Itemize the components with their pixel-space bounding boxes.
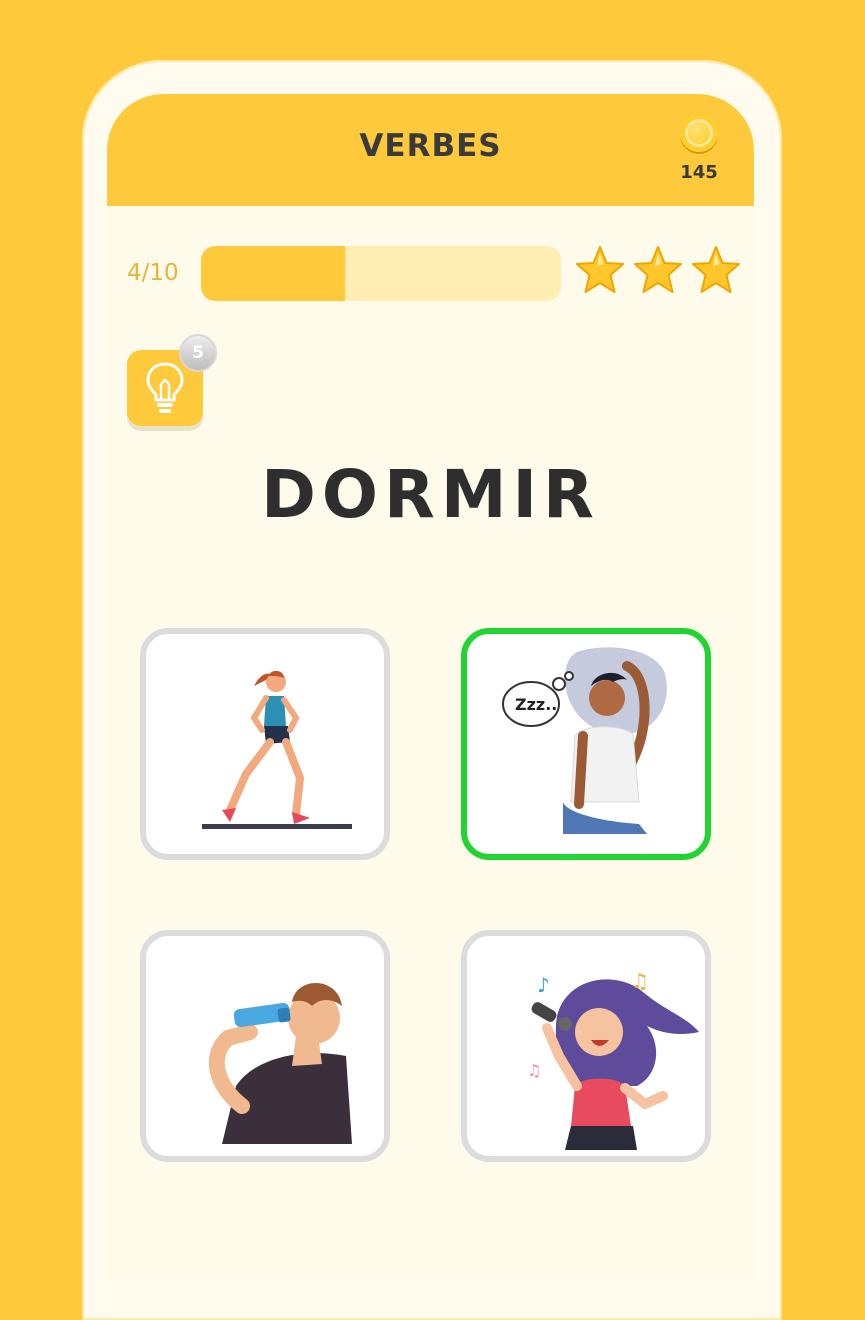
- star-icon: [634, 246, 682, 293]
- hint-cost-badge: 5: [179, 334, 217, 372]
- progress-fill: [201, 246, 345, 301]
- answer-option-2[interactable]: Zzz..: [461, 628, 711, 860]
- svg-text:♪: ♪: [537, 973, 550, 997]
- header-bar: VERBES 145: [107, 94, 754, 206]
- answer-option-1[interactable]: [140, 628, 390, 860]
- progress-label: 4/10: [127, 260, 179, 286]
- running-woman-image: [202, 670, 352, 829]
- star-rating: [573, 244, 743, 298]
- drinking-man-image: [208, 982, 352, 1144]
- category-title: VERBES: [359, 128, 502, 164]
- star-icon: [576, 246, 624, 293]
- sleeping-man-image: Zzz..: [502, 647, 667, 834]
- coin-icon: [680, 114, 718, 152]
- svg-text:♫: ♫: [527, 1061, 541, 1080]
- game-screen: VERBES 145 4/10 5 DORMIR Zzz.. ♪ ♫ ♫: [107, 94, 754, 1280]
- coin-balance: 145: [674, 114, 724, 183]
- question-word: DORMIR: [261, 456, 600, 533]
- answer-option-4[interactable]: ♪ ♫ ♫: [461, 930, 711, 1162]
- singing-woman-image: ♪ ♫ ♫: [527, 969, 699, 1150]
- coin-count: 145: [680, 162, 718, 183]
- progress-bar: [201, 246, 561, 301]
- star-icon: [692, 246, 740, 293]
- answer-option-3[interactable]: [140, 930, 390, 1162]
- svg-text:♫: ♫: [631, 969, 649, 993]
- svg-text:Zzz..: Zzz..: [515, 695, 557, 714]
- hint-button[interactable]: 5: [127, 334, 217, 430]
